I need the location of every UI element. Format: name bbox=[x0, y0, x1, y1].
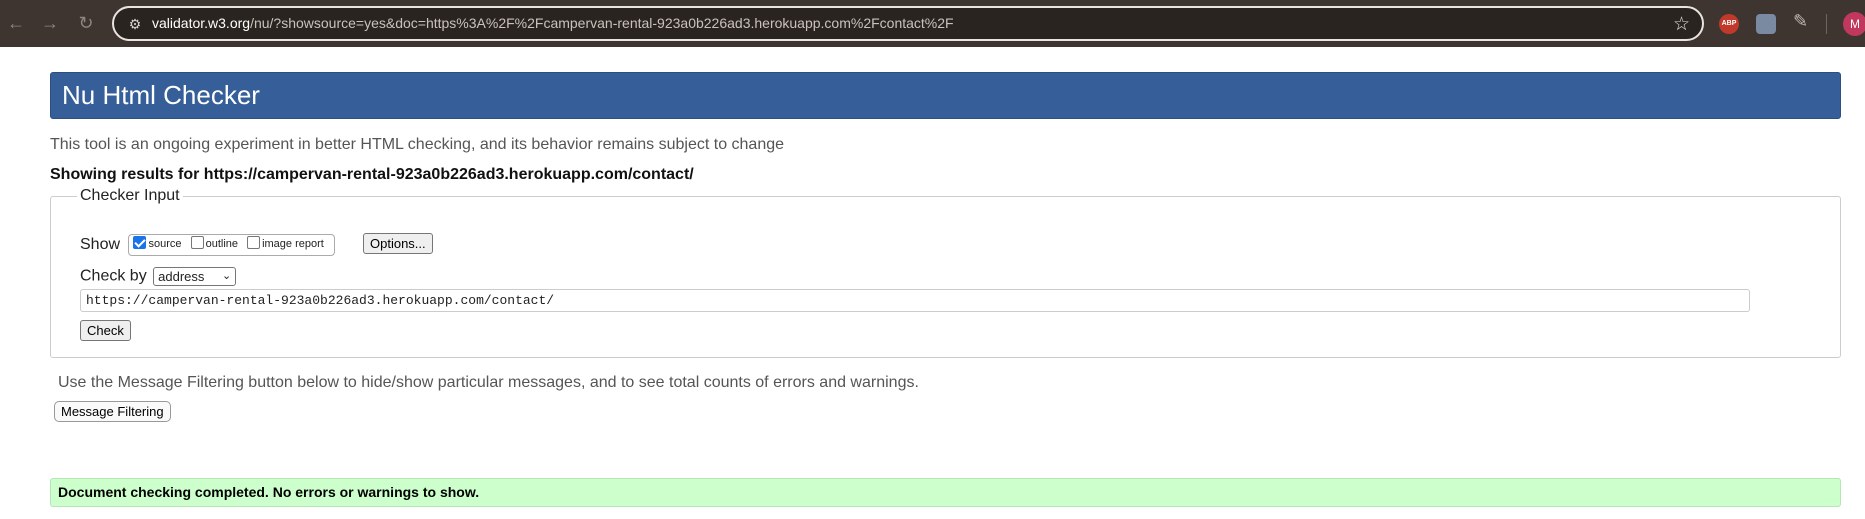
show-source-option[interactable]: source bbox=[133, 236, 182, 250]
site-settings-icon[interactable]: ⚙ bbox=[126, 15, 144, 33]
url-text[interactable]: validator.w3.org/nu/?showsource=yes&doc=… bbox=[152, 15, 954, 31]
extension-icon[interactable] bbox=[1756, 14, 1776, 34]
show-options-group: source outline image report bbox=[128, 234, 335, 256]
toolbar-divider bbox=[1826, 14, 1827, 34]
check-by-row: Check by address ⌄ bbox=[80, 267, 237, 286]
page-header: Nu Html Checker bbox=[50, 72, 1841, 119]
forward-icon[interactable]: → bbox=[38, 11, 62, 35]
checker-input-fieldset: Checker Input Show source outline image … bbox=[50, 187, 1841, 358]
outline-checkbox[interactable] bbox=[190, 236, 204, 249]
profile-avatar[interactable]: M bbox=[1843, 12, 1865, 36]
check-by-label: Check by bbox=[80, 267, 147, 285]
result-success-message: Document checking completed. No errors o… bbox=[50, 478, 1841, 507]
show-label: Show bbox=[80, 236, 121, 253]
back-icon[interactable]: ← bbox=[4, 11, 28, 35]
check-by-select[interactable]: address ⌄ bbox=[153, 267, 237, 286]
chevron-down-icon: ⌄ bbox=[221, 270, 232, 282]
browser-toolbar: ← → ↻ ⚙ validator.w3.org/nu/?showsource=… bbox=[0, 0, 1865, 47]
reload-icon[interactable]: ↻ bbox=[74, 11, 98, 35]
message-filtering-button[interactable]: Message Filtering bbox=[54, 401, 171, 422]
address-bar[interactable]: ⚙ validator.w3.org/nu/?showsource=yes&do… bbox=[112, 6, 1704, 41]
check-button[interactable]: Check bbox=[80, 320, 131, 341]
adblock-extension-icon[interactable]: ABP bbox=[1719, 14, 1739, 34]
show-outline-option[interactable]: outline bbox=[190, 236, 238, 250]
image-report-checkbox[interactable] bbox=[247, 236, 261, 249]
filtering-note: Use the Message Filtering button below t… bbox=[58, 374, 919, 391]
extensions-puzzle-icon[interactable]: ✎ bbox=[1793, 11, 1808, 32]
show-row: Show source outline image report bbox=[80, 234, 335, 256]
source-checkbox[interactable] bbox=[133, 236, 147, 249]
page-title: Nu Html Checker bbox=[62, 80, 260, 110]
showing-results: Showing results for https://campervan-re… bbox=[50, 166, 694, 183]
options-button[interactable]: Options... bbox=[363, 233, 433, 254]
bookmark-star-icon[interactable]: ☆ bbox=[1673, 13, 1690, 36]
checker-input-legend: Checker Input bbox=[77, 187, 183, 205]
page-subtitle: This tool is an ongoing experiment in be… bbox=[50, 136, 785, 153]
address-input[interactable]: https://campervan-rental-923a0b226ad3.he… bbox=[80, 289, 1750, 312]
show-image-report-option[interactable]: image report bbox=[247, 236, 324, 250]
